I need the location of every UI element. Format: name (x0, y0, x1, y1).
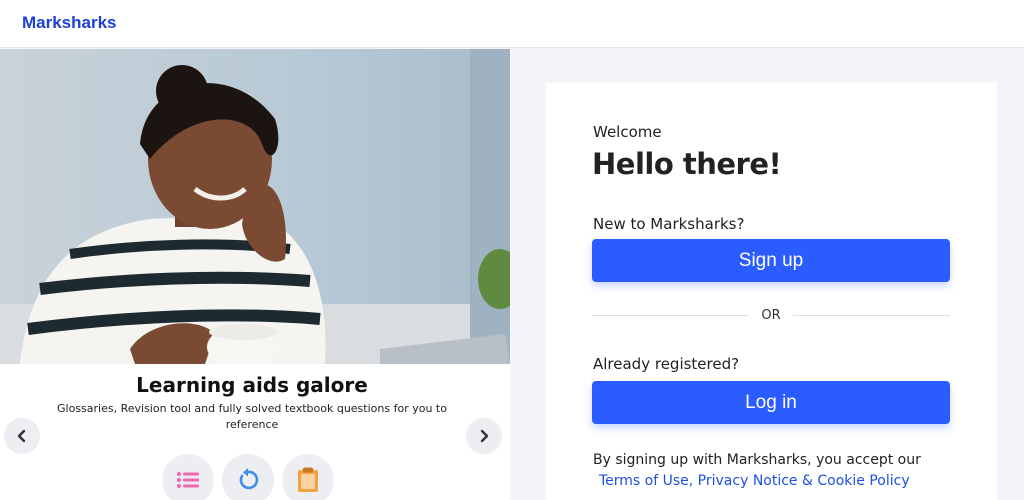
sign-up-button[interactable]: Sign up (592, 239, 950, 282)
chevron-right-icon (480, 429, 489, 443)
page-title: Hello there! (592, 147, 782, 181)
carousel-prev-button[interactable] (4, 418, 40, 454)
auth-card: Welcome Hello there! New to Marksharks? … (546, 83, 997, 500)
revision-icon (239, 468, 259, 490)
feature-glossary[interactable] (162, 454, 214, 500)
chevron-left-icon (17, 429, 26, 443)
hero-image (0, 49, 510, 364)
carousel-title: Learning aids galore (136, 373, 368, 397)
clipboard-icon (298, 467, 318, 492)
brand-logo[interactable]: Marksharks (22, 13, 117, 33)
top-bar: Marksharks (0, 0, 1024, 48)
or-label: OR (761, 307, 781, 323)
terms-text: By signing up with Marksharks, you accep… (593, 452, 921, 468)
list-icon (177, 472, 199, 488)
new-user-prompt: New to Marksharks? (593, 215, 745, 233)
registered-prompt: Already registered? (593, 355, 740, 373)
welcome-label: Welcome (593, 123, 662, 141)
carousel-description: Glossaries, Revision tool and fully solv… (57, 402, 447, 431)
terms-notice: By signing up with Marksharks, you accep… (593, 450, 973, 492)
feature-revision[interactable] (222, 454, 274, 500)
divider-line-right (792, 314, 951, 316)
carousel-next-button[interactable] (466, 418, 502, 454)
terms-link[interactable]: Terms of Use, Privacy Notice & Cookie Po… (599, 473, 910, 489)
carousel-panel: Learning aids galore Glossaries, Revisio… (0, 49, 510, 500)
feature-solutions[interactable] (282, 454, 334, 500)
divider-line-left (592, 314, 750, 316)
log-in-button[interactable]: Log in (592, 381, 950, 424)
or-divider: OR (592, 307, 951, 323)
